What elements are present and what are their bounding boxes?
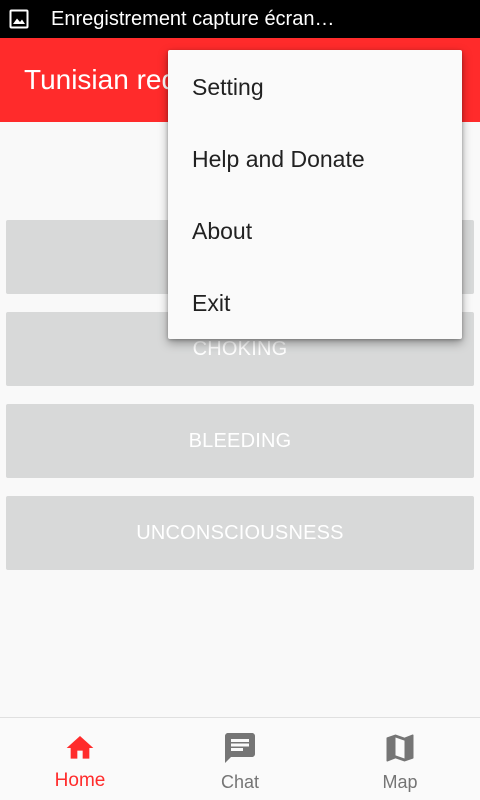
menu-item-about[interactable]: About	[168, 195, 462, 267]
status-bar: Enregistrement capture écran…	[0, 0, 480, 38]
nav-label-home: Home	[54, 770, 106, 791]
chat-icon	[222, 730, 258, 766]
map-icon	[382, 730, 418, 766]
app-title: Tunisian red	[24, 64, 178, 95]
image-icon	[0, 0, 38, 38]
nav-label-map: Map	[382, 772, 418, 792]
menu-item-help-and-donate[interactable]: Help and Donate	[168, 123, 462, 195]
nav-item-chat[interactable]: Chat	[160, 718, 320, 800]
nav-label-chat: Chat	[220, 772, 260, 792]
bottom-navigation: Home Chat Map	[0, 717, 480, 800]
notification-text: Enregistrement capture écran…	[51, 7, 335, 30]
nav-item-home[interactable]: Home	[0, 718, 160, 800]
menu-item-exit[interactable]: Exit	[168, 267, 462, 339]
topic-button-unconsciousness[interactable]: UNCONSCIOUSNESS	[6, 496, 474, 570]
overflow-menu: Setting Help and Donate About Exit	[168, 50, 462, 339]
topic-button-bleeding[interactable]: BLEEDING	[6, 404, 474, 478]
nav-item-map[interactable]: Map	[320, 718, 480, 800]
home-icon	[62, 730, 98, 766]
menu-item-setting[interactable]: Setting	[168, 51, 462, 123]
